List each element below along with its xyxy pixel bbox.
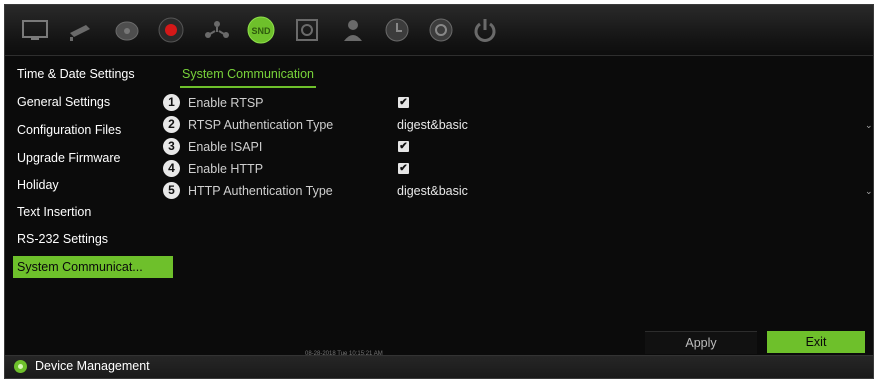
chevron-down-icon[interactable]: ⌄ xyxy=(865,120,873,131)
setting-row-enable-rtsp: 1 Enable RTSP ✔ xyxy=(163,93,865,115)
callout-number: 2 xyxy=(163,116,180,133)
callout-number: 3 xyxy=(163,138,180,155)
power-icon[interactable] xyxy=(469,14,501,46)
menu-item-holiday[interactable]: Holiday xyxy=(13,174,173,196)
setting-label: Enable ISAPI xyxy=(188,140,263,154)
enable-http-checkbox[interactable]: ✔ xyxy=(398,163,409,174)
menu-item-configuration-files[interactable]: Configuration Files xyxy=(13,119,173,141)
setting-label: Enable HTTP xyxy=(188,162,264,176)
setting-label: Enable RTSP xyxy=(188,96,264,110)
apply-button[interactable]: Apply xyxy=(645,331,757,354)
status-text: Device Management xyxy=(35,359,150,373)
status-bar: Device Management xyxy=(5,355,873,378)
tab-system-communication[interactable]: System Communication xyxy=(180,67,316,88)
ptz-icon[interactable] xyxy=(111,14,143,46)
system-icon[interactable] xyxy=(425,14,457,46)
enable-isapi-checkbox[interactable]: ✔ xyxy=(398,141,409,152)
callout-number: 5 xyxy=(163,182,180,199)
menu-item-time-date[interactable]: Time & Date Settings xyxy=(13,63,173,85)
device-management-status-icon xyxy=(14,360,27,373)
menu-item-upgrade-firmware[interactable]: Upgrade Firmware xyxy=(13,147,173,169)
camera-icon[interactable] xyxy=(65,14,97,46)
storage-icon[interactable] xyxy=(291,14,323,46)
exit-button[interactable]: Exit xyxy=(767,331,865,353)
menu-item-general[interactable]: General Settings xyxy=(13,91,173,113)
menu-item-system-communication[interactable]: System Communicat... xyxy=(13,256,173,278)
setting-row-enable-isapi: 3 Enable ISAPI ✔ xyxy=(163,137,865,159)
setting-label: HTTP Authentication Type xyxy=(188,184,333,198)
main-content: System Communication 1 Enable RTSP ✔ 2 R… xyxy=(163,61,873,354)
menu-item-text-insertion[interactable]: Text Insertion xyxy=(13,201,173,223)
setting-row-http-auth: 5 HTTP Authentication Type digest&basic … xyxy=(163,181,873,203)
app-window: SND Time & Date Settings General Setting… xyxy=(4,4,874,379)
user-icon[interactable] xyxy=(337,14,369,46)
device-management-icon[interactable]: SND xyxy=(245,14,277,46)
monitor-icon[interactable] xyxy=(19,14,51,46)
network-icon[interactable] xyxy=(201,14,233,46)
alarm-icon[interactable] xyxy=(381,14,413,46)
http-auth-select[interactable]: digest&basic xyxy=(397,184,468,198)
callout-number: 4 xyxy=(163,160,180,177)
device-badge: SND xyxy=(251,26,271,36)
rtsp-auth-select[interactable]: digest&basic xyxy=(397,118,468,132)
setting-row-enable-http: 4 Enable HTTP ✔ xyxy=(163,159,865,181)
menu-item-rs232[interactable]: RS-232 Settings xyxy=(13,228,173,250)
callout-number: 1 xyxy=(163,94,180,111)
top-toolbar: SND xyxy=(5,5,873,56)
record-icon[interactable] xyxy=(155,14,187,46)
chevron-down-icon[interactable]: ⌄ xyxy=(865,186,873,197)
setting-row-rtsp-auth: 2 RTSP Authentication Type digest&basic … xyxy=(163,115,873,137)
setting-label: RTSP Authentication Type xyxy=(188,118,334,132)
enable-rtsp-checkbox[interactable]: ✔ xyxy=(398,97,409,108)
